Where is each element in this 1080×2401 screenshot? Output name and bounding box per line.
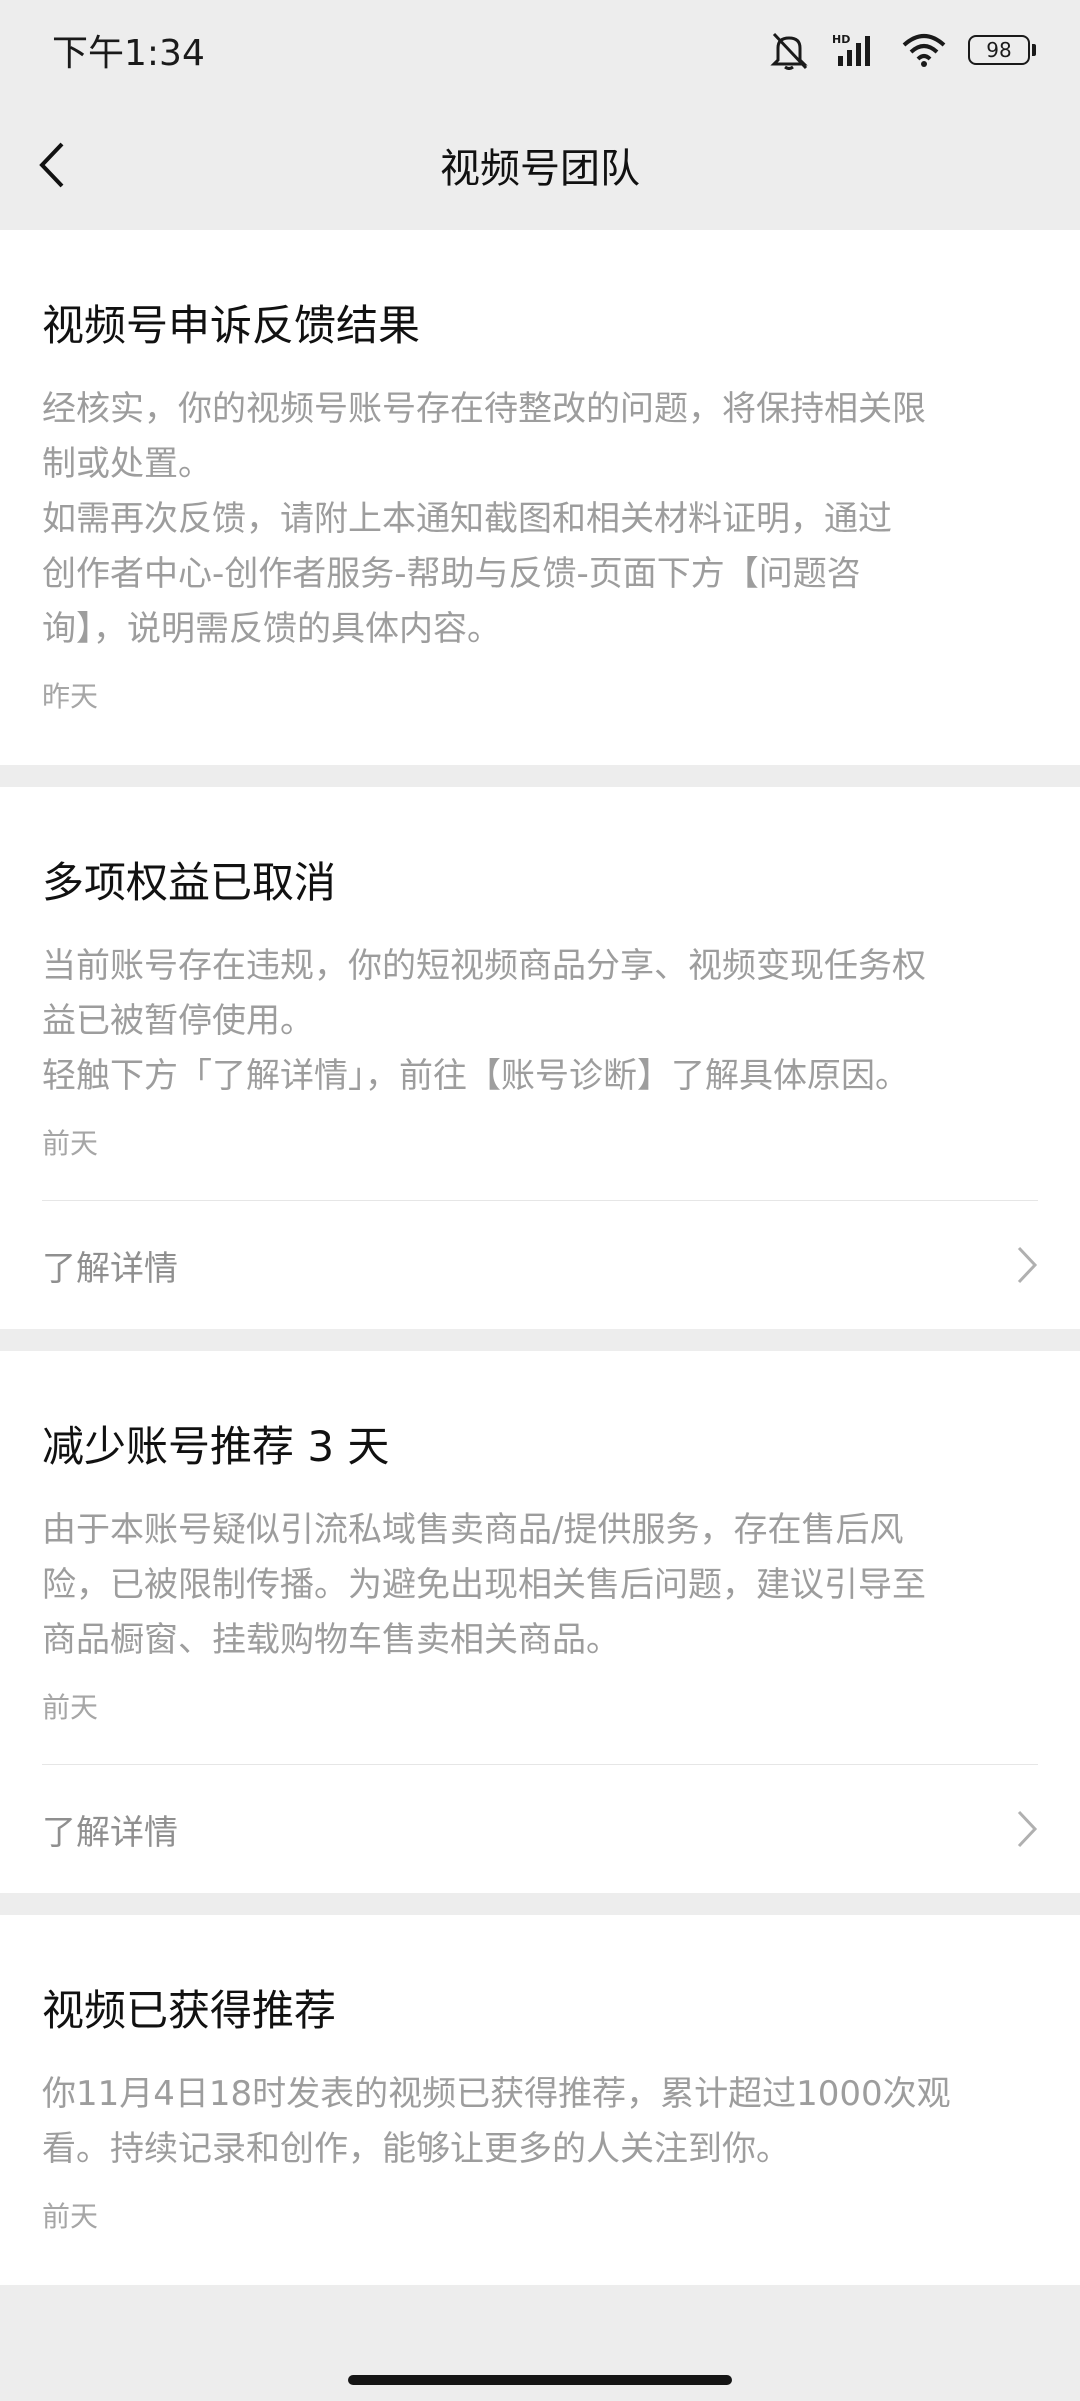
status-time: 下午1:34 [52,33,205,74]
message-title: 减少账号推荐 3 天 [42,1422,390,1471]
hd-signal-icon: HD [832,33,870,66]
details-link[interactable]: 了解详情 [42,1765,1038,1893]
details-link-label: 了解详情 [42,1248,178,1289]
message-body: 当前账号存在违规，你的短视频商品分享、视频变现任务权 益已被暂停使用。 轻触下方… [42,946,926,1096]
message-title: 多项权益已取消 [42,858,337,907]
status-icons: HD 98 [768,30,1036,70]
status-bar: 下午1:34 HD 98 [0,0,1080,100]
message-card-rights-cancelled: 多项权益已取消 当前账号存在违规，你的短视频商品分享、视频变现任务权 益已被暂停… [0,787,1080,1329]
message-date: 前天 [42,1691,99,1724]
message-title: 视频号申诉反馈结果 [42,301,421,350]
svg-text:HD: HD [832,33,850,46]
message-title: 视频已获得推荐 [42,1986,337,2035]
details-link-label: 了解详情 [42,1812,178,1853]
chevron-right-icon [1017,1246,1038,1284]
message-date: 前天 [42,2200,99,2233]
message-body: 由于本账号疑似引流私域售卖商品/提供服务，存在售后风 险，已被限制传播。为避免出… [42,1510,926,1660]
back-button[interactable] [38,130,88,200]
message-body: 你11月4日18时发表的视频已获得推荐，累计超过1000次观 看。持续记录和创作… [42,2074,951,2169]
bell-muted-icon [770,32,808,70]
message-date: 前天 [42,1127,99,1160]
message-body: 经核实，你的视频号账号存在待整改的问题，将保持相关限 制或处置。 如需再次反馈，… [42,389,926,649]
message-card-video-recommended: 视频已获得推荐 你11月4日18时发表的视频已获得推荐，累计超过1000次观 看… [0,1915,1080,2285]
wifi-icon [902,34,946,67]
nav-bar: 视频号团队 [0,100,1080,230]
message-card-appeal-result: 视频号申诉反馈结果 经核实，你的视频号账号存在待整改的问题，将保持相关限 制或处… [0,230,1080,765]
chevron-right-icon [1017,1810,1038,1848]
chevron-left-icon [39,142,64,188]
home-indicator[interactable] [348,2375,732,2385]
message-date: 昨天 [42,680,99,713]
page-title: 视频号团队 [440,146,640,192]
message-card-reduced-recommendation: 减少账号推荐 3 天 由于本账号疑似引流私域售卖商品/提供服务，存在售后风 险，… [0,1351,1080,1893]
battery-icon: 98 [968,35,1036,65]
details-link[interactable]: 了解详情 [42,1201,1038,1329]
